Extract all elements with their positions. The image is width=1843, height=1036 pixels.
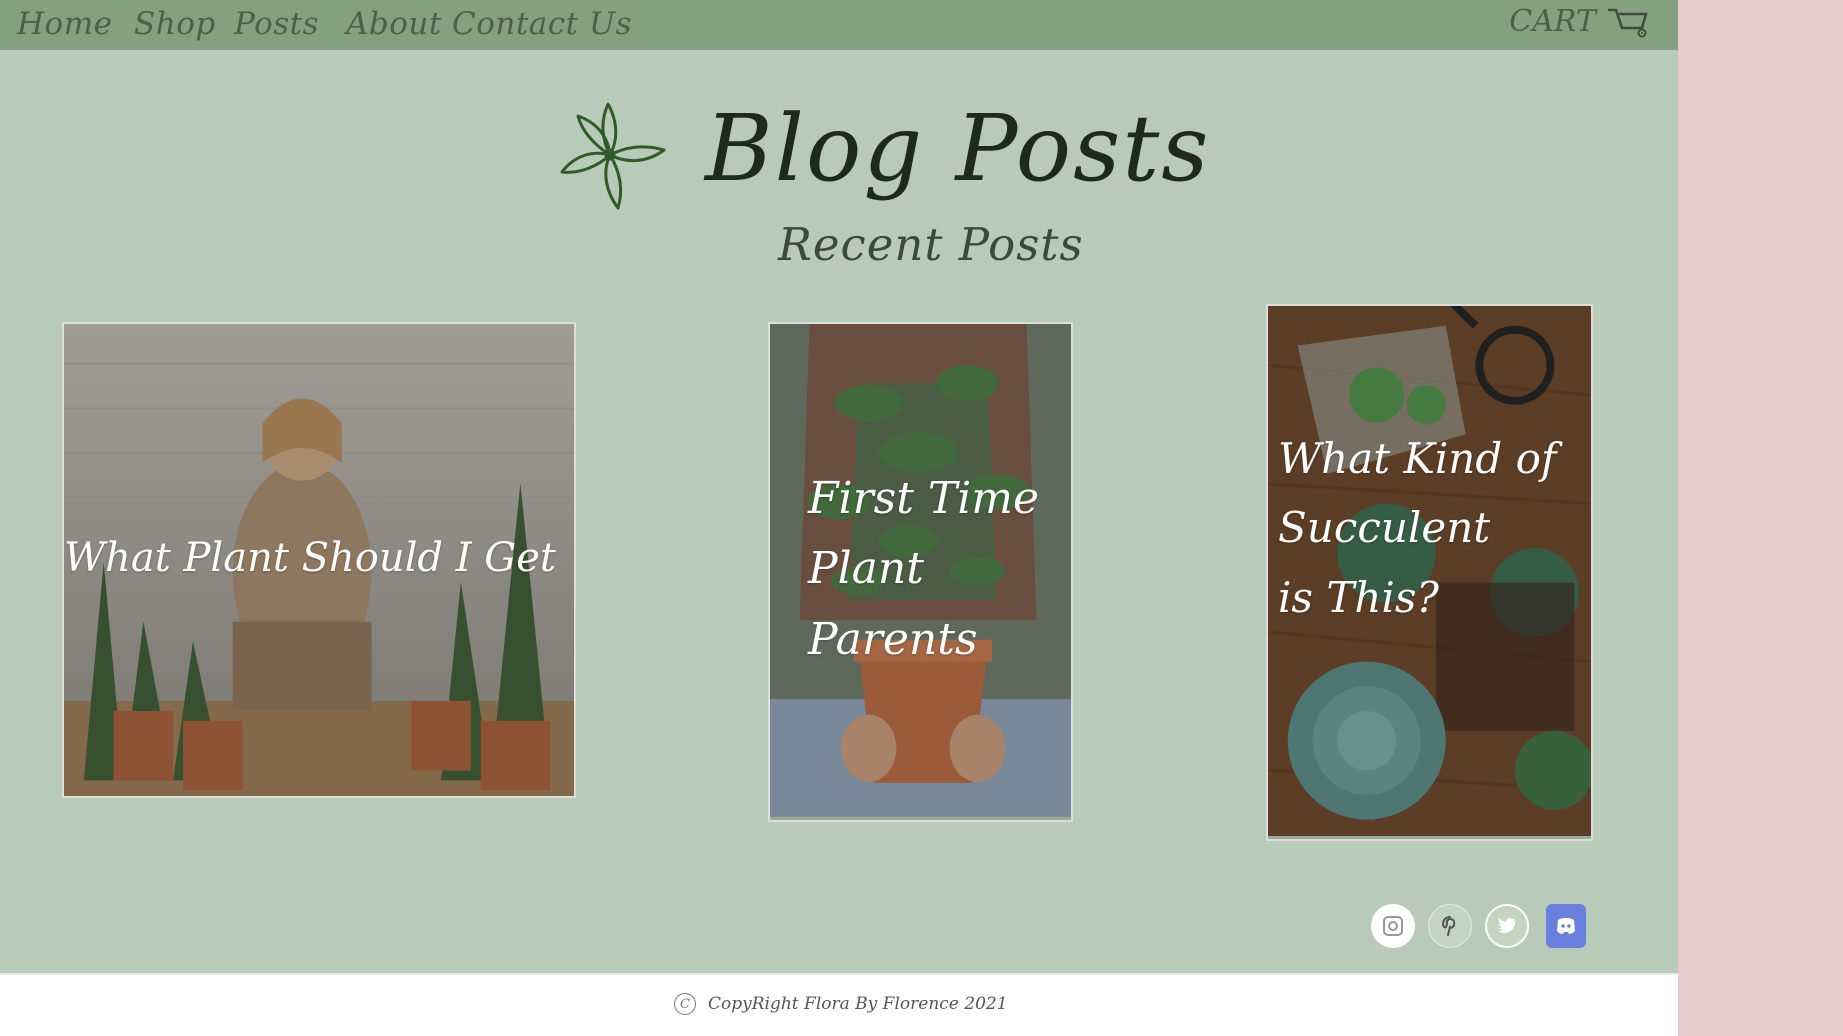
blog-post-card[interactable]: First Time Plant Parents	[768, 322, 1073, 822]
copyright-icon: C	[674, 993, 696, 1015]
post-title-line: What Kind of	[1278, 434, 1557, 483]
post-title-line: First Time	[808, 473, 1040, 524]
twitter-icon	[1497, 918, 1516, 933]
nav-home-link[interactable]: Home	[17, 6, 112, 42]
post-title-line: Succulent	[1278, 503, 1491, 553]
nav-shop-link[interactable]: Shop	[134, 6, 216, 42]
copyright-text: CopyRight Flora By Florence 2021	[708, 994, 1008, 1014]
flower-logo-icon	[560, 102, 666, 210]
page-subtitle: Recent Posts	[778, 218, 1084, 271]
post-title-line: Plant	[808, 543, 924, 595]
cart-icon	[1608, 8, 1648, 37]
nav-about-link[interactable]: About	[346, 6, 442, 42]
page-title: Blog Posts	[705, 95, 1211, 202]
page-background: Home Shop Posts About Contact Us CART Bl…	[0, 0, 1678, 1036]
top-nav-bar: Home Shop Posts About Contact Us CART	[0, 0, 1678, 50]
post-title: First Time Plant Parents	[808, 464, 1039, 675]
instagram-link[interactable]	[1371, 904, 1415, 948]
pinterest-link[interactable]	[1428, 904, 1472, 948]
nav-contact-link[interactable]: Contact Us	[452, 6, 632, 42]
discord-icon	[1557, 918, 1575, 934]
discord-link[interactable]	[1546, 904, 1586, 948]
footer: C CopyRight Flora By Florence 2021	[0, 973, 1678, 1036]
blog-post-card[interactable]: What Kind of Succulent is This?	[1266, 304, 1593, 841]
pinterest-icon	[1441, 916, 1456, 936]
twitter-link[interactable]	[1485, 904, 1529, 948]
post-title-line: Parents	[808, 613, 978, 665]
post-title: What Kind of Succulent is This?	[1278, 424, 1556, 632]
nav-posts-link[interactable]: Posts	[234, 6, 319, 42]
cart-label: CART	[1509, 4, 1596, 39]
post-title-line: is This?	[1278, 572, 1439, 622]
post-title: What Plant Should I Get	[64, 535, 556, 581]
cart-button[interactable]: CART	[1509, 4, 1650, 39]
blog-post-card[interactable]: What Plant Should I Get	[62, 322, 576, 798]
copyright: C CopyRight Flora By Florence 2021	[674, 993, 1008, 1015]
instagram-icon	[1383, 916, 1403, 936]
